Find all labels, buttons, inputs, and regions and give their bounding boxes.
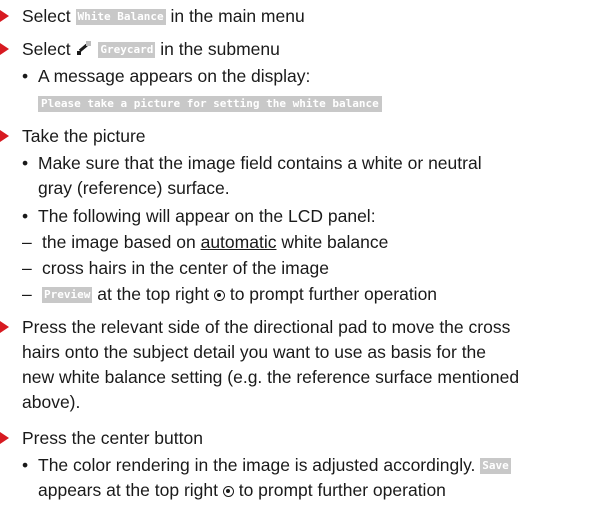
bullet-dot: • <box>22 66 29 86</box>
dash-item: – the image based on automatic white bala… <box>22 230 388 254</box>
save-chip: Save <box>480 458 511 474</box>
bullet-item: • The color rendering in the image is adj… <box>22 453 511 477</box>
step-text: in the main menu <box>165 6 305 26</box>
step-text: new white balance setting (e.g. the refe… <box>22 367 520 387</box>
step-text: in the submenu <box>155 39 280 59</box>
bullet-item: • The following will appear on the LCD pa… <box>22 204 376 228</box>
menu-item-chip: White Balance <box>75 9 166 25</box>
step-arrow-icon <box>0 43 9 55</box>
dash-text: the image based on <box>42 232 201 252</box>
dash-text: at the top right <box>92 284 214 304</box>
step-text: Take the picture <box>22 126 146 146</box>
bullet-dot: • <box>22 206 29 226</box>
dash-text: white balance <box>276 232 389 252</box>
step-text: hairs onto the subject detail you want t… <box>22 342 487 362</box>
step-arrow-icon <box>0 321 9 333</box>
step-arrow-icon <box>0 10 9 22</box>
submenu-item-chip: Greycard <box>98 42 156 58</box>
bullet-dot: • <box>22 153 29 173</box>
dash-text: to prompt further operation <box>224 284 438 304</box>
center-button-icon <box>213 290 225 301</box>
display-message: Please take a picture for setting the wh… <box>38 89 382 113</box>
dash-mark: – <box>22 284 32 304</box>
bullet-text-continued: appears at the top right to prompt furth… <box>38 478 446 502</box>
step-arrow-icon <box>0 432 9 444</box>
dash-mark: – <box>22 258 32 278</box>
step-text: Press the relevant side of the direction… <box>22 317 511 337</box>
dash-item: – Preview at the top right to prompt furt… <box>22 282 437 306</box>
step-text: above). <box>22 392 81 412</box>
bullet-dot: • <box>22 455 29 475</box>
step-text: Press the center button <box>22 428 203 448</box>
bullet-item: • A message appears on the display: <box>22 64 310 88</box>
bullet-text: to prompt further operation <box>233 480 446 500</box>
bullet-text: appears at the top right <box>38 480 223 500</box>
bullet-text-continued: gray (reference) surface. <box>38 178 230 198</box>
dash-text: cross hairs in the center of the image <box>42 258 329 278</box>
center-button-icon <box>222 486 234 497</box>
bullet-text: The following will appear on the LCD pan… <box>38 206 376 226</box>
bullet-item: • Make sure that the image field contains… <box>22 151 482 175</box>
display-message-chip: Please take a picture for setting the wh… <box>38 96 382 112</box>
dash-item: – cross hairs in the center of the image <box>22 256 329 280</box>
step-arrow-icon <box>0 130 9 142</box>
preview-chip: Preview <box>42 287 93 303</box>
dash-mark: – <box>22 232 32 252</box>
instruction-page: Select White Balance in the main menu Se… <box>0 0 603 531</box>
bullet-text: Make sure that the image field contains … <box>38 153 482 173</box>
bullet-text: The color rendering in the image is adju… <box>38 455 476 475</box>
step-text: Select <box>22 39 76 59</box>
step-text: Select <box>22 6 76 26</box>
underlined-term: automatic <box>200 232 277 252</box>
bullet-text: A message appears on the display: <box>38 66 311 86</box>
greycard-wb-icon <box>76 41 91 55</box>
